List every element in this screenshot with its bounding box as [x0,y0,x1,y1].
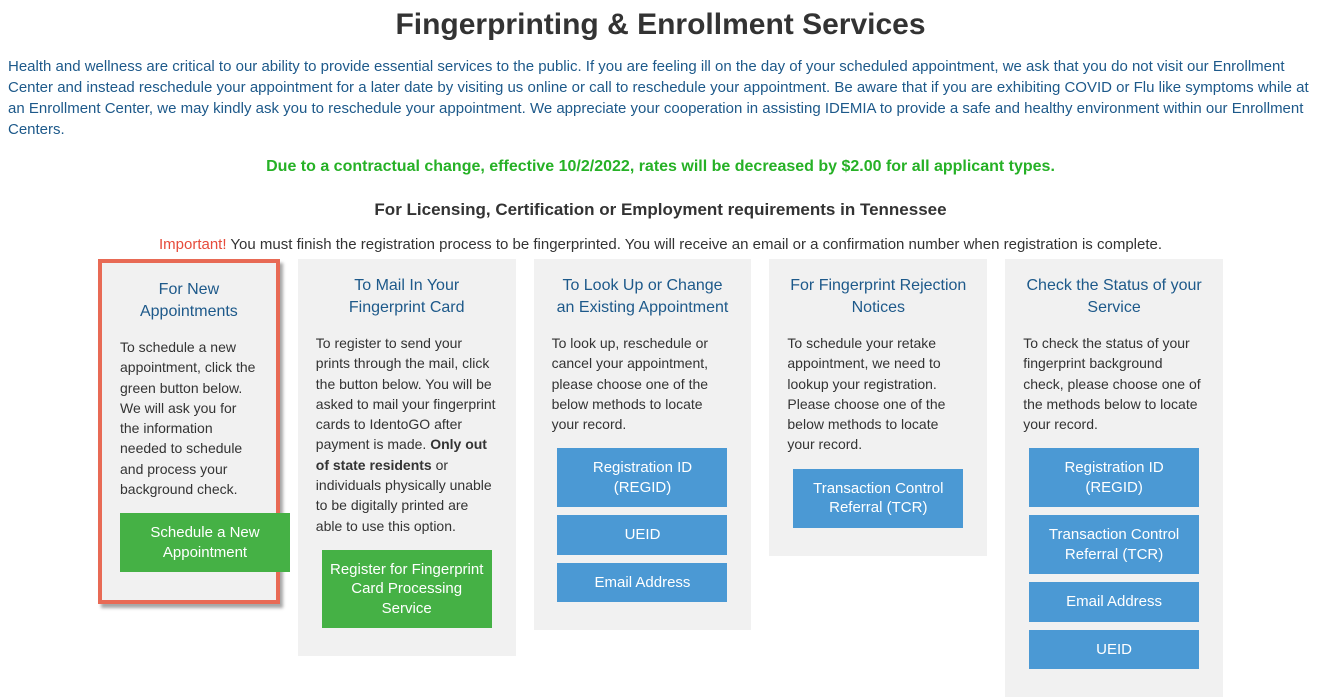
card-text: To register to send your prints through … [316,333,498,536]
rate-change-notice: Due to a contractual change, effective 1… [8,158,1313,176]
rejection-tcr-button[interactable]: Transaction Control Referral (TCR) [793,469,963,528]
intro-text: Health and wellness are critical to our … [8,56,1313,140]
subheading: For Licensing, Certification or Employme… [8,200,1313,220]
card-title: To Mail In Your Fingerprint Card [316,275,498,319]
important-notice: Important! You must finish the registrat… [8,236,1313,253]
card-text: To schedule your retake appointment, we … [787,333,969,455]
schedule-new-appointment-button[interactable]: Schedule a New Appointment [120,513,290,572]
important-label: Important! [159,236,227,253]
important-text: You must finish the registration process… [227,236,1163,253]
card-text: To look up, reschedule or cancel your ap… [552,333,734,434]
card-title: For Fingerprint Rejection Notices [787,275,969,319]
card-new-appointments-highlight: For New Appointments To schedule a new a… [98,259,280,604]
lookup-regid-button[interactable]: Registration ID (REGID) [557,448,727,507]
lookup-ueid-button[interactable]: UEID [557,515,727,555]
card-text-pre: To register to send your prints through … [316,335,496,452]
page-title: Fingerprinting & Enrollment Services [8,8,1313,42]
register-fingerprint-card-button[interactable]: Register for Fingerprint Card Processing… [322,550,492,629]
card-lookup-change: To Look Up or Change an Existing Appoint… [534,259,752,630]
card-new-appointments: For New Appointments To schedule a new a… [98,259,280,604]
card-rejection-notices: For Fingerprint Rejection Notices To sch… [769,259,987,556]
card-check-status: Check the Status of your Service To chec… [1005,259,1223,697]
status-regid-button[interactable]: Registration ID (REGID) [1029,448,1199,507]
status-ueid-button[interactable]: UEID [1029,630,1199,670]
lookup-email-button[interactable]: Email Address [557,563,727,603]
card-mail-in: To Mail In Your Fingerprint Card To regi… [298,259,516,656]
status-email-button[interactable]: Email Address [1029,582,1199,622]
status-tcr-button[interactable]: Transaction Control Referral (TCR) [1029,515,1199,574]
card-title: To Look Up or Change an Existing Appoint… [552,275,734,319]
card-text: To check the status of your fingerprint … [1023,333,1205,434]
card-text: To schedule a new appointment, click the… [120,337,258,499]
card-title: For New Appointments [120,279,258,323]
cards-row: For New Appointments To schedule a new a… [8,259,1313,697]
card-title: Check the Status of your Service [1023,275,1205,319]
